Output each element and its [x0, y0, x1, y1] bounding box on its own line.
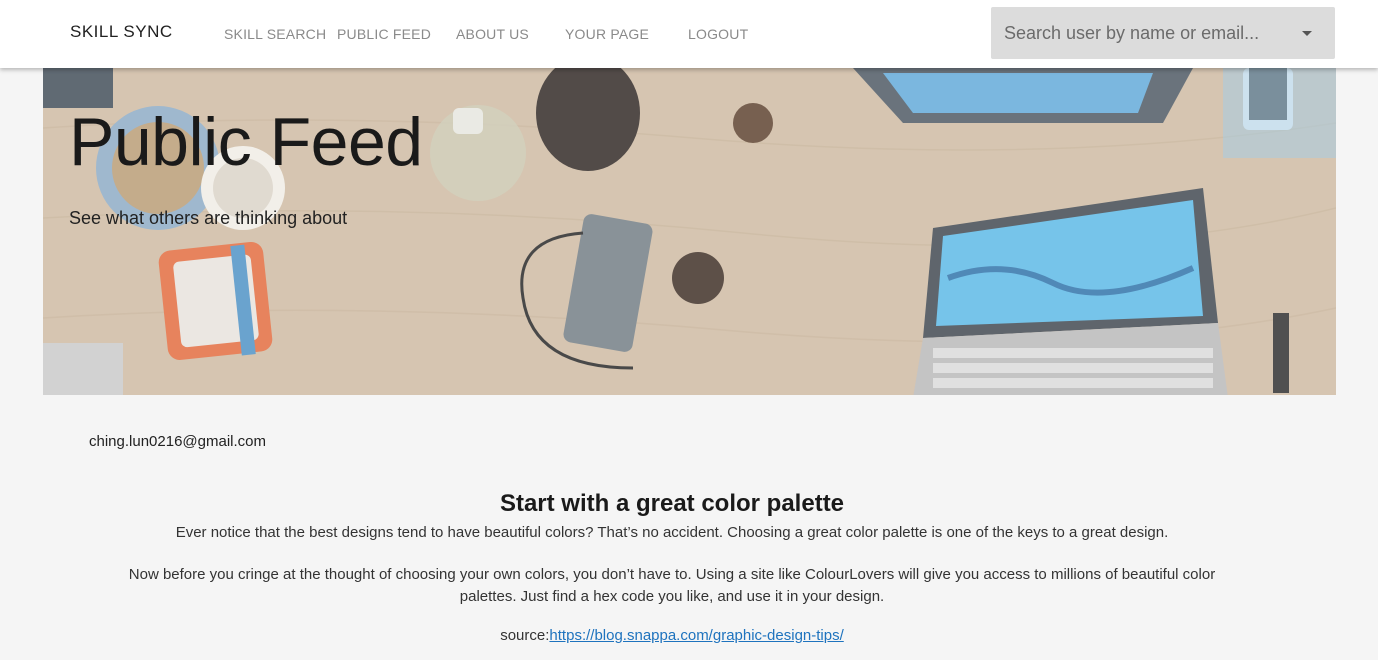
post-title: Start with a great color palette	[499, 490, 845, 517]
hero-banner: Public Feed See what others are thinking…	[43, 68, 1336, 395]
brand-logo[interactable]: SKILL SYNC	[70, 22, 173, 42]
post-paragraph-1: Ever notice that the best designs tend t…	[175, 524, 1169, 541]
post-source: source:https://blog.snappa.com/graphic-d…	[0, 627, 1344, 644]
post-paragraph-2: Now before you cringe at the thought of …	[128, 566, 1216, 605]
source-link[interactable]: https://blog.snappa.com/graphic-design-t…	[549, 627, 843, 644]
nav-logout[interactable]: LOGOUT	[688, 26, 748, 42]
chevron-down-icon[interactable]	[1302, 31, 1312, 36]
source-label: source:	[500, 627, 550, 644]
nav-about-us[interactable]: ABOUT US	[456, 26, 529, 42]
nav-skill-search[interactable]: SKILL SEARCH	[224, 26, 326, 42]
top-navbar: SKILL SYNC SKILL SEARCH PUBLIC FEED ABOU…	[0, 0, 1378, 68]
page-subtitle: See what others are thinking about	[69, 208, 348, 228]
nav-your-page[interactable]: YOUR PAGE	[565, 26, 649, 42]
user-search-select[interactable]	[991, 7, 1335, 59]
nav-public-feed[interactable]: PUBLIC FEED	[337, 26, 431, 42]
user-search-input[interactable]	[1004, 21, 1294, 45]
page-title: Public Feed	[69, 104, 423, 180]
post-author-email: ching.lun0216@gmail.com	[89, 433, 266, 450]
